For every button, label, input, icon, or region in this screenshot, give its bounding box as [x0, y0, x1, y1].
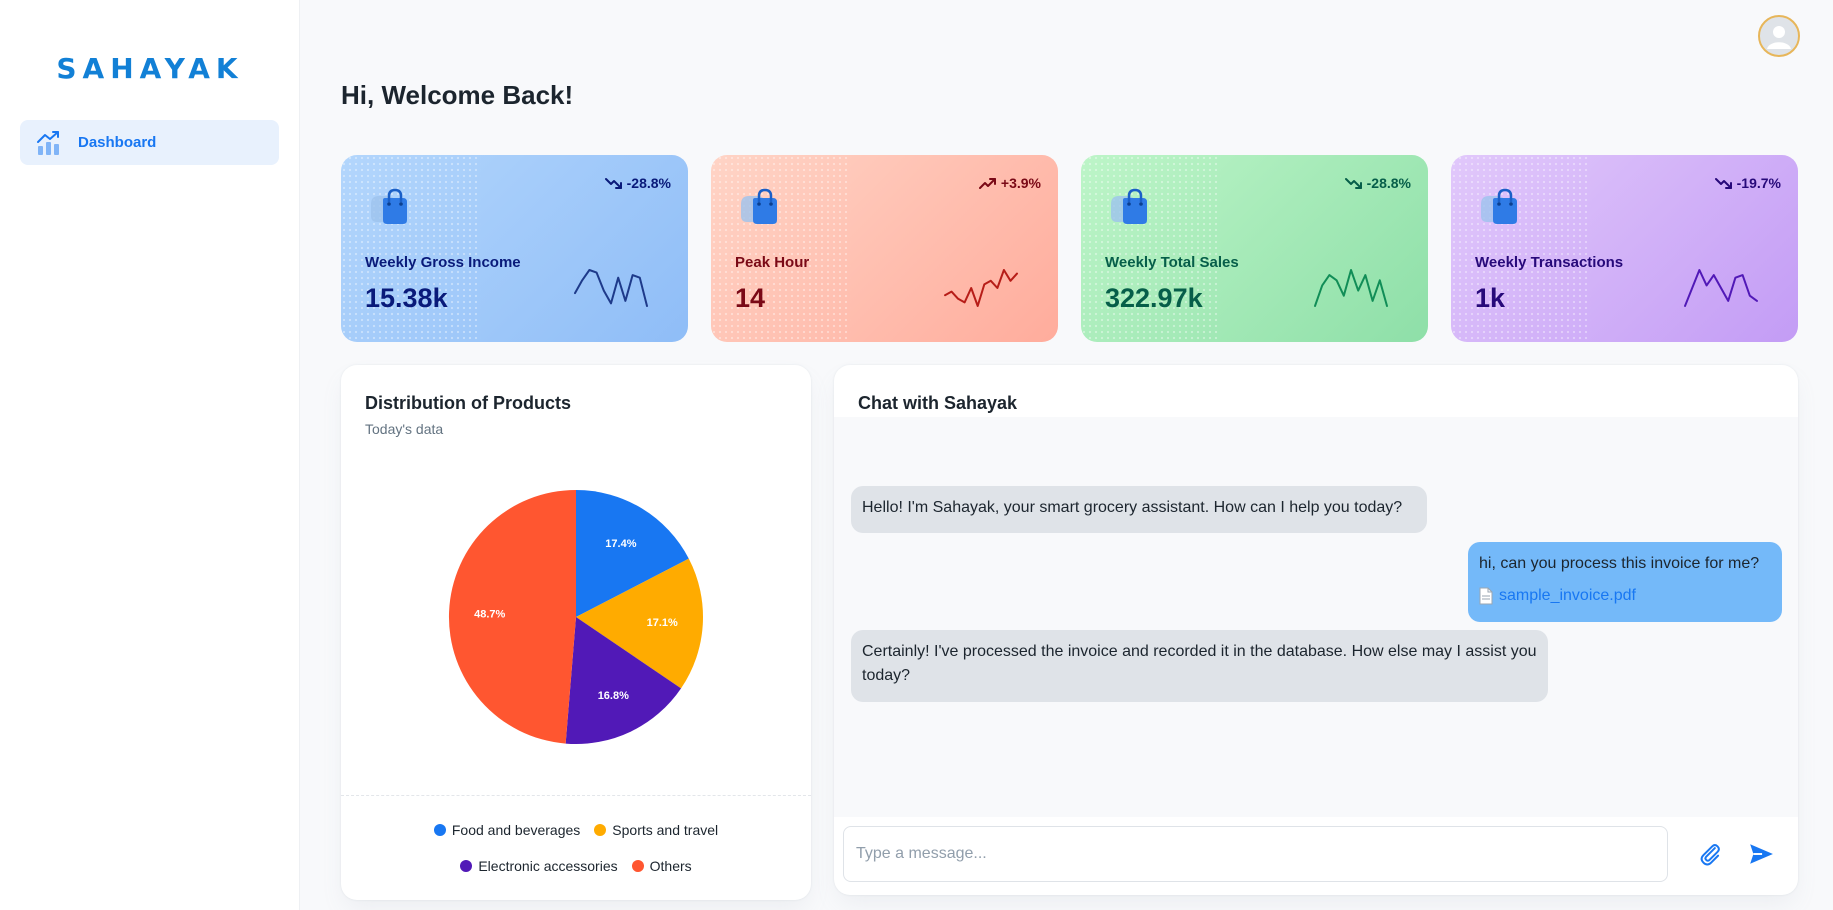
- pie-data-label: 48.7%: [474, 609, 505, 621]
- app-logo[interactable]: SAHAYAK: [0, 52, 300, 85]
- chat-message-bot: Certainly! I've processed the invoice an…: [851, 630, 1548, 702]
- legend-label: Food and beverages: [451, 822, 581, 838]
- trend-down-icon: [604, 178, 622, 189]
- sidebar: SAHAYAK Dashboard: [0, 0, 300, 910]
- sidebar-item-dashboard[interactable]: Dashboard: [20, 120, 279, 165]
- trend-value: -28.8%: [626, 175, 671, 191]
- file-icon: [1479, 587, 1493, 605]
- shopping-bag-icon: [371, 188, 407, 224]
- stat-label: Weekly Transactions: [1475, 254, 1624, 271]
- legend-item[interactable]: Others: [631, 858, 692, 874]
- trend-indicator: -19.7%: [1714, 175, 1781, 191]
- message-text: Hello! I'm Sahayak, your smart grocery a…: [862, 499, 1403, 516]
- legend-item[interactable]: Electronic accessories: [460, 858, 618, 874]
- trend-up-icon: [978, 178, 996, 189]
- trend-down-icon: [1714, 178, 1732, 189]
- shopping-bag-icon: [741, 188, 777, 224]
- sparkline-chart: [574, 269, 648, 307]
- legend-dot: [631, 860, 644, 872]
- trend-indicator: +3.9%: [978, 175, 1041, 191]
- sparkline-chart: [944, 269, 1018, 307]
- legend-label: Electronic accessories: [478, 858, 618, 874]
- divider: [341, 795, 811, 796]
- user-avatar[interactable]: [1758, 15, 1800, 57]
- stat-card-peak-hour: +3.9% Peak Hour 14: [711, 155, 1058, 342]
- sparkline-path: [944, 269, 1018, 307]
- user-avatar-icon: [1767, 26, 1791, 49]
- legend-label: Others: [649, 858, 692, 874]
- pie-slice[interactable]: [448, 490, 576, 744]
- message-text: Certainly! I've processed the invoice an…: [862, 643, 1537, 684]
- trend-value: -19.7%: [1736, 175, 1781, 191]
- trend-value: +3.9%: [1000, 175, 1041, 191]
- distribution-panel: Distribution of Products Today's data 17…: [341, 365, 811, 900]
- chat-message-user: hi, can you process this invoice for me?…: [1468, 542, 1782, 622]
- chart-legend: Electronic accessories Others: [341, 858, 811, 874]
- stat-card-gross-income: -28.8% Weekly Gross Income 15.38k: [341, 155, 688, 342]
- stat-label: Weekly Total Sales: [1105, 254, 1239, 271]
- shopping-bag-icon: [1111, 188, 1147, 224]
- chat-messages[interactable]: Hello! I'm Sahayak, your smart grocery a…: [834, 417, 1798, 817]
- legend-item[interactable]: Sports and travel: [594, 822, 718, 838]
- pie-chart: 17.4% 17.1% 16.8% 48.7%: [448, 490, 703, 745]
- sidebar-item-label: Dashboard: [78, 134, 157, 151]
- message-text: hi, can you process this invoice for me?: [1479, 555, 1760, 572]
- panel-title: Distribution of Products: [365, 393, 571, 413]
- sparkline-path: [1314, 269, 1388, 307]
- chart-legend: Food and beverages Sports and travel: [341, 822, 811, 838]
- sparkline-path: [1684, 269, 1758, 307]
- pie-data-label: 17.4%: [605, 538, 636, 550]
- attachment-link[interactable]: sample_invoice.pdf: [1479, 584, 1771, 608]
- send-icon[interactable]: [1748, 841, 1774, 867]
- stat-card-total-sales: -28.8% Weekly Total Sales 322.97k: [1081, 155, 1428, 342]
- legend-dot: [460, 860, 473, 872]
- sparkline-chart: [1684, 269, 1758, 307]
- panel-subtitle: Today's data: [365, 421, 444, 437]
- chat-panel: Chat with Sahayak Hello! I'm Sahayak, yo…: [834, 365, 1798, 895]
- stat-value: 15.38k: [365, 283, 448, 313]
- stat-value: 14: [735, 283, 766, 313]
- shopping-bag-icon: [1481, 188, 1517, 224]
- stat-value: 1k: [1475, 283, 1506, 313]
- page-title: Hi, Welcome Back!: [341, 80, 574, 110]
- pie-data-label: 17.1%: [647, 617, 678, 629]
- trend-indicator: -28.8%: [1344, 175, 1411, 191]
- legend-dot: [594, 824, 607, 836]
- trend-value: -28.8%: [1366, 175, 1411, 191]
- trend-indicator: -28.8%: [604, 175, 671, 191]
- sparkline-path: [574, 269, 648, 307]
- sparkline-chart: [1314, 269, 1388, 307]
- chat-message-bot: Hello! I'm Sahayak, your smart grocery a…: [851, 486, 1427, 533]
- pie-data-label: 16.8%: [598, 690, 629, 702]
- chat-input[interactable]: [843, 826, 1668, 882]
- stat-label: Weekly Gross Income: [365, 254, 521, 271]
- legend-label: Sports and travel: [612, 822, 719, 838]
- trend-down-icon: [1344, 178, 1362, 189]
- legend-item[interactable]: Food and beverages: [433, 822, 581, 838]
- stat-card-transactions: -19.7% Weekly Transactions 1k: [1451, 155, 1798, 342]
- analytics-icon: [37, 130, 59, 155]
- chat-title: Chat with Sahayak: [858, 393, 1018, 413]
- stat-value: 322.97k: [1105, 283, 1203, 313]
- paperclip-icon[interactable]: [1697, 841, 1723, 867]
- legend-dot: [433, 824, 446, 836]
- attachment-name: sample_invoice.pdf: [1499, 587, 1636, 604]
- stat-label: Peak Hour: [735, 254, 810, 271]
